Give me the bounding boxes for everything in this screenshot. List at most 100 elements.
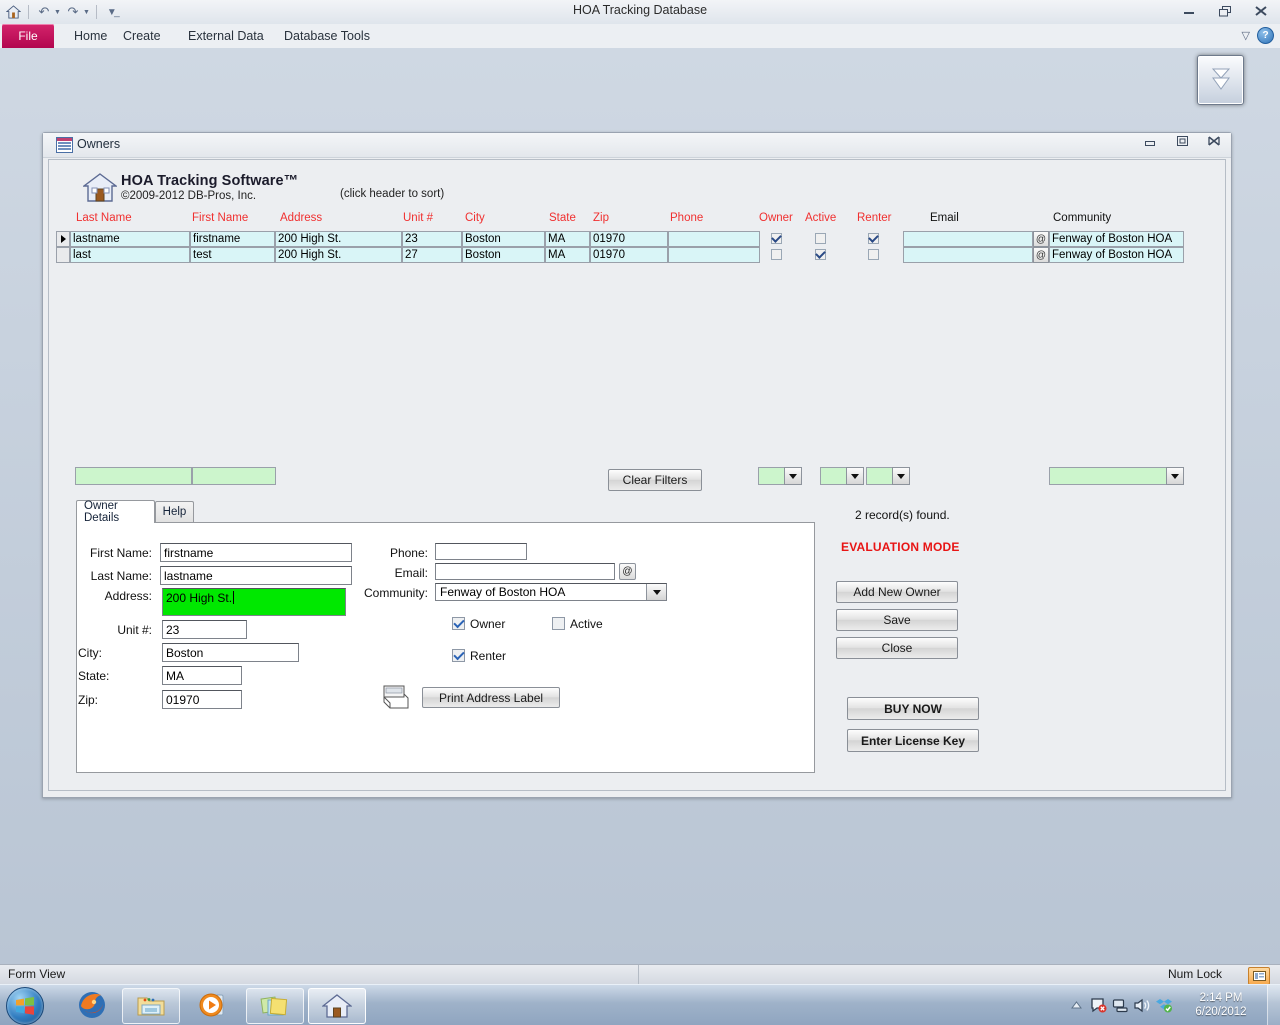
grid-header-renter[interactable]: Renter: [857, 212, 892, 224]
cell-first-name-2[interactable]: test: [190, 247, 275, 263]
cell-email-at-button-2[interactable]: @: [1033, 247, 1049, 263]
grid-header-city[interactable]: City: [465, 212, 485, 224]
unit-input[interactable]: 23: [162, 620, 247, 639]
filter-renter-combo[interactable]: [866, 467, 910, 485]
filter-community-dropdown-button[interactable]: [1166, 467, 1184, 485]
zip-input[interactable]: 01970: [162, 690, 242, 709]
tab-owner-details[interactable]: Owner Details: [76, 500, 155, 524]
cell-owner-checkbox-1[interactable]: [771, 233, 782, 244]
community-combo[interactable]: Fenway of Boston HOA: [435, 583, 667, 601]
cell-first-name-1[interactable]: firstname: [190, 231, 275, 247]
cell-unit-1[interactable]: 23: [402, 231, 462, 247]
cell-state-1[interactable]: MA: [545, 231, 590, 247]
restore-button[interactable]: [1212, 2, 1238, 20]
ribbon-tab-database-tools[interactable]: Database Tools: [276, 24, 378, 48]
city-input[interactable]: Boston: [162, 643, 299, 662]
close-button[interactable]: Close: [836, 637, 958, 659]
media-player-icon[interactable]: [186, 988, 242, 1022]
enter-license-key-button[interactable]: Enter License Key: [847, 729, 979, 752]
cell-renter-checkbox-1[interactable]: [868, 233, 879, 244]
filter-owner-dropdown-button[interactable]: [784, 467, 802, 485]
show-desktop-button[interactable]: [1267, 985, 1280, 1025]
cell-community-1[interactable]: Fenway of Boston HOA: [1049, 231, 1184, 247]
save-button[interactable]: Save: [836, 609, 958, 631]
minimize-button[interactable]: [1176, 2, 1202, 20]
print-address-label-button[interactable]: Print Address Label: [422, 687, 560, 708]
hoa-house-icon[interactable]: [308, 988, 366, 1024]
cell-last-name-2[interactable]: last: [70, 247, 190, 263]
cell-last-name-1[interactable]: lastname: [70, 231, 190, 247]
first-name-input[interactable]: firstname: [160, 543, 352, 562]
cell-email-at-button-1[interactable]: @: [1033, 231, 1049, 247]
help-icon[interactable]: ?: [1257, 27, 1274, 44]
renter-checkbox[interactable]: [452, 649, 465, 662]
owners-close-button[interactable]: [1207, 136, 1221, 146]
cell-state-2[interactable]: MA: [545, 247, 590, 263]
grid-header-owner[interactable]: Owner: [759, 212, 793, 224]
volume-icon[interactable]: [1131, 985, 1153, 1025]
filter-active-dropdown-button[interactable]: [846, 467, 864, 485]
ribbon-tab-file[interactable]: File: [2, 24, 54, 48]
filter-owner-combo[interactable]: [758, 467, 802, 485]
cell-active-checkbox-2[interactable]: [815, 249, 826, 260]
cell-email-1[interactable]: [903, 231, 1033, 247]
cell-city-1[interactable]: Boston: [462, 231, 545, 247]
firefox-icon[interactable]: [64, 988, 120, 1022]
cell-address-1[interactable]: 200 High St.: [275, 231, 402, 247]
address-input[interactable]: 200 High St.: [162, 588, 346, 616]
phone-input[interactable]: [435, 543, 527, 560]
cell-community-2[interactable]: Fenway of Boston HOA: [1049, 247, 1184, 263]
buy-now-button[interactable]: BUY NOW: [847, 697, 979, 720]
taskbar-clock[interactable]: 2:14 PM 6/20/2012: [1175, 991, 1267, 1019]
cell-city-2[interactable]: Boston: [462, 247, 545, 263]
clear-filters-button[interactable]: Clear Filters: [608, 469, 702, 491]
cell-renter-checkbox-2[interactable]: [868, 249, 879, 260]
cell-active-checkbox-1[interactable]: [815, 233, 826, 244]
cell-phone-2[interactable]: [668, 247, 760, 263]
collapse-ribbon-icon[interactable]: ▽: [1242, 29, 1250, 42]
filter-first-name-input[interactable]: [192, 467, 276, 485]
show-hidden-icons-icon[interactable]: [1065, 985, 1087, 1025]
grid-header-community[interactable]: Community: [1053, 212, 1111, 224]
dropbox-icon[interactable]: [1153, 985, 1175, 1025]
active-checkbox[interactable]: [552, 617, 565, 630]
grid-header-phone[interactable]: Phone: [670, 212, 703, 224]
grid-header-active[interactable]: Active: [805, 212, 836, 224]
action-center-icon[interactable]: [1087, 985, 1109, 1025]
filter-last-name-input[interactable]: [75, 467, 192, 485]
tab-help[interactable]: Help: [155, 501, 194, 522]
owner-checkbox[interactable]: [452, 617, 465, 630]
sticky-notes-icon[interactable]: [246, 988, 304, 1024]
grid-header-first-name[interactable]: First Name: [192, 212, 248, 224]
ribbon-tab-home[interactable]: Home: [66, 24, 115, 48]
grid-header-state[interactable]: State: [549, 212, 576, 224]
grid-header-zip[interactable]: Zip: [593, 212, 609, 224]
owners-restore-button[interactable]: [1175, 136, 1189, 146]
community-dropdown-button[interactable]: [646, 584, 666, 600]
row-selector-2[interactable]: [56, 247, 70, 263]
last-name-input[interactable]: lastname: [160, 566, 352, 585]
grid-header-unit[interactable]: Unit #: [403, 212, 433, 224]
owners-minimize-button[interactable]: [1143, 136, 1157, 146]
grid-header-email[interactable]: Email: [930, 212, 959, 224]
add-new-owner-button[interactable]: Add New Owner: [836, 581, 958, 603]
grid-header-last-name[interactable]: Last Name: [76, 212, 132, 224]
shutter-bar-expand-button[interactable]: [1197, 55, 1244, 105]
email-input[interactable]: [435, 563, 615, 580]
cell-phone-1[interactable]: [668, 231, 760, 247]
cell-zip-2[interactable]: 01970: [590, 247, 668, 263]
cell-owner-checkbox-2[interactable]: [771, 249, 782, 260]
grid-header-address[interactable]: Address: [280, 212, 322, 224]
ribbon-tab-create[interactable]: Create: [115, 24, 169, 48]
cell-unit-2[interactable]: 27: [402, 247, 462, 263]
filter-renter-dropdown-button[interactable]: [892, 467, 910, 485]
cell-zip-1[interactable]: 01970: [590, 231, 668, 247]
filter-community-combo[interactable]: [1049, 467, 1184, 485]
cell-email-2[interactable]: [903, 247, 1033, 263]
start-orb-icon[interactable]: [6, 987, 44, 1025]
row-selector-1[interactable]: [56, 231, 70, 247]
explorer-icon[interactable]: [122, 988, 180, 1024]
email-at-button[interactable]: @: [619, 563, 636, 580]
state-input[interactable]: MA: [162, 666, 242, 685]
cell-address-2[interactable]: 200 High St.: [275, 247, 402, 263]
